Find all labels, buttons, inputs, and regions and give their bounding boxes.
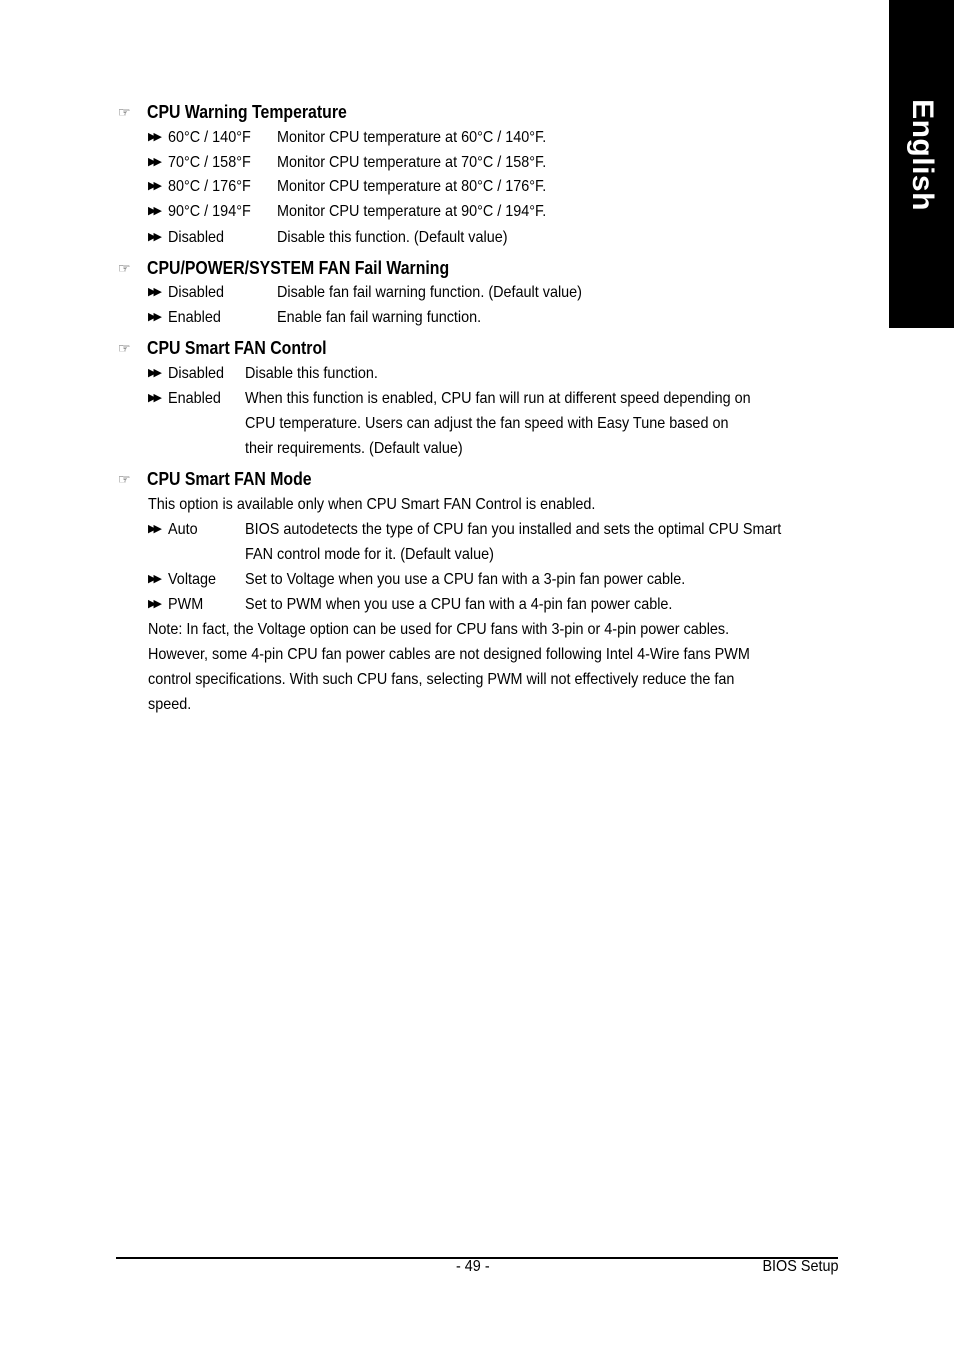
option-description: Monitor CPU temperature at 80°C / 176°F. [277, 178, 547, 195]
option-description: BIOS autodetects the type of CPU fan you… [245, 521, 782, 538]
option-label: Enabled [168, 390, 221, 407]
section-heading-smart-fan-control: ☞ CPU Smart FAN Control [118, 337, 327, 358]
double-arrow-icon: ▶▶ [148, 286, 162, 298]
option-description-continued: CPU temperature. Users can adjust the fa… [245, 415, 729, 432]
option-label: Disabled [168, 365, 225, 382]
option-label: Enabled [168, 309, 221, 326]
option-description: Monitor CPU temperature at 70°C / 158°F. [277, 154, 547, 171]
section-heading-fan-fail-warning: ☞ CPU/POWER/SYSTEM FAN Fail Warning [118, 257, 450, 278]
option-label: 90°C / 194°F [168, 203, 251, 220]
double-arrow-icon: ▶▶ [148, 231, 162, 243]
option-description: Monitor CPU temperature at 90°C / 194°F. [277, 203, 547, 220]
option-label: Disabled [168, 284, 225, 301]
option-label: Disabled [168, 229, 225, 246]
double-arrow-icon: ▶▶ [148, 205, 162, 217]
double-arrow-icon: ▶▶ [148, 367, 162, 379]
option-description: Enable fan fail warning function. [277, 309, 482, 326]
option-label: Voltage [168, 571, 217, 588]
double-arrow-icon: ▶▶ [148, 598, 162, 610]
option-description: Disable this function. (Default value) [277, 229, 508, 246]
double-arrow-icon: ▶▶ [148, 156, 162, 168]
chapter-title: BIOS Setup [761, 1258, 838, 1275]
pointing-hand-icon: ☞ [118, 259, 131, 276]
note-line: speed. [148, 696, 192, 713]
double-arrow-icon: ▶▶ [148, 311, 162, 323]
option-label: 80°C / 176°F [168, 178, 251, 195]
option-label: 70°C / 158°F [168, 154, 251, 171]
pointing-hand-icon: ☞ [118, 339, 131, 356]
double-arrow-icon: ▶▶ [148, 180, 162, 192]
section-heading-smart-fan-mode: ☞ CPU Smart FAN Mode [118, 468, 312, 489]
double-arrow-icon: ▶▶ [148, 131, 162, 143]
note-line: control specifications. With such CPU fa… [148, 671, 735, 688]
option-label: Auto [168, 521, 198, 538]
option-description: Monitor CPU temperature at 60°C / 140°F. [277, 129, 547, 146]
option-description-continued: their requirements. (Default value) [245, 440, 463, 457]
option-description: Disable this function. [245, 365, 378, 382]
double-arrow-icon: ▶▶ [148, 392, 162, 404]
pointing-hand-icon: ☞ [118, 470, 131, 487]
note-line: Note: In fact, the Voltage option can be… [148, 621, 730, 638]
section-intro: This option is available only when CPU S… [148, 496, 596, 513]
option-label: 60°C / 140°F [168, 129, 251, 146]
option-label: PWM [168, 596, 204, 613]
language-tab: English [889, 0, 954, 328]
note-line: However, some 4-pin CPU fan power cables… [148, 646, 750, 663]
option-description: Set to PWM when you use a CPU fan with a… [245, 596, 673, 613]
page-number: - 49 - [456, 1258, 490, 1275]
option-description: Set to Voltage when you use a CPU fan wi… [245, 571, 686, 588]
option-description-continued: FAN control mode for it. (Default value) [245, 546, 494, 563]
option-description: Disable fan fail warning function. (Defa… [277, 284, 582, 301]
option-description: When this function is enabled, CPU fan w… [245, 390, 751, 407]
language-tab-label: English [905, 99, 939, 211]
double-arrow-icon: ▶▶ [148, 523, 162, 535]
section-heading-cpu-warning-temperature: ☞ CPU Warning Temperature [118, 101, 347, 122]
pointing-hand-icon: ☞ [118, 103, 131, 120]
double-arrow-icon: ▶▶ [148, 573, 162, 585]
